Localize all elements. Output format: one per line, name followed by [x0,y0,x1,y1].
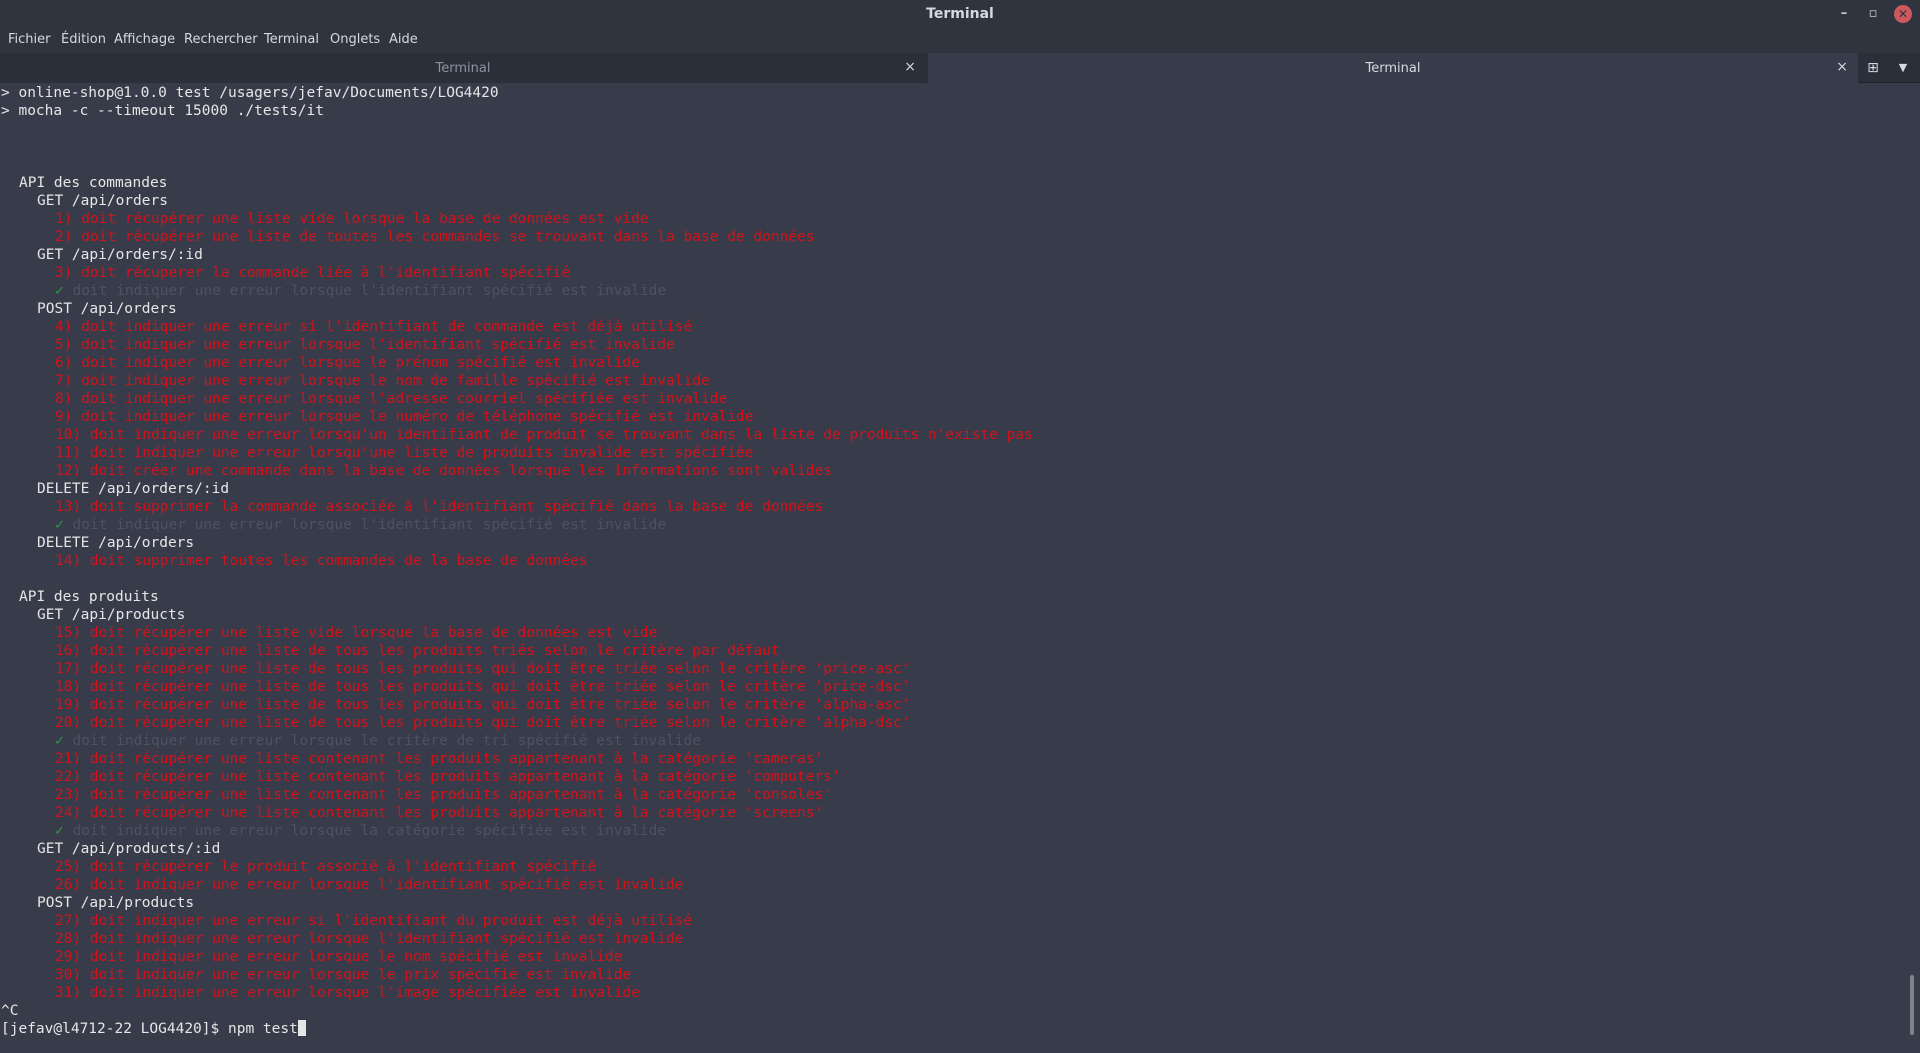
test-group-title: GET /api/products [37,607,186,623]
test-group-title: DELETE /api/orders [37,535,195,551]
menu-aide[interactable]: Aide [389,30,418,49]
title-bar: Terminal – ▫ ✕ [0,0,1920,28]
failed-test: 20) doit récupérer une liste de tous les… [55,715,911,731]
close-icon[interactable]: × [1836,59,1848,75]
failed-test: 16) doit récupérer une liste de tous les… [55,643,780,659]
check-icon: ✓ [55,823,64,839]
test-suite-title: API des commandes [19,175,168,191]
failed-test: 13) doit supprimer la commande associée … [55,499,824,515]
failed-test: 23) doit récupérer une liste contenant l… [55,787,832,803]
failed-test: 27) doit indiquer une erreur si l'identi… [55,913,693,929]
failed-test: 10) doit indiquer une erreur lorsqu'un i… [55,427,1033,443]
tab-bar: Terminal × Terminal × ⊞ ▼ [0,53,1920,83]
failed-test: 28) doit indiquer une erreur lorsque l'i… [55,931,684,947]
terminal-output[interactable]: > online-shop@1.0.0 test /usagers/jefav/… [0,84,1905,1053]
failed-test: 24) doit récupérer une liste contenant l… [55,805,824,821]
terminal-header-line: > mocha -c --timeout 15000 ./tests/it [1,103,325,119]
failed-test: 29) doit indiquer une erreur lorsque le … [55,949,623,965]
failed-test: 14) doit supprimer toutes les commandes … [55,553,588,569]
passed-test-text: doit indiquer une erreur lorsque la caté… [72,823,667,839]
failed-test: 5) doit indiquer une erreur lorsque l'id… [55,337,675,353]
test-group-title: POST /api/products [37,895,195,911]
test-results: API des commandes GET /api/orders 1) doit … [1,120,1905,1020]
menu-rechercher[interactable]: Rechercher [184,30,258,49]
shell-prompt: [jefav@l4712-22 LOG4420]$ [1,1021,228,1037]
failed-test: 6) doit indiquer une erreur lorsque le p… [55,355,640,371]
failed-test: 21) doit récupérer une liste contenant l… [55,751,824,767]
failed-test: 31) doit indiquer une erreur lorsque l'i… [55,985,640,1001]
failed-test: 11) doit indiquer une erreur lorsqu'une … [55,445,754,461]
scrollbar[interactable] [1910,975,1914,1035]
passed-test: ✓ doit indiquer une erreur lorsque l'ide… [1,282,1905,300]
passed-test: ✓ doit indiquer une erreur lorsque l'ide… [1,516,1905,534]
test-group-title: GET /api/orders/:id [37,247,203,263]
tab-label: Terminal [435,61,491,76]
menu-edition[interactable]: Édition [61,30,106,49]
failed-test: 17) doit récupérer une liste de tous les… [55,661,911,677]
failed-test: 15) doit récupérer une liste vide lorsqu… [55,625,658,641]
text-cursor [297,1020,306,1036]
failed-test: 8) doit indiquer une erreur lorsque l'ad… [55,391,728,407]
failed-test: 3) doit récuperer la commande liée à l'i… [55,265,571,281]
menu-fichier[interactable]: Fichier [8,30,51,49]
menu-bar: Fichier Édition Affichage Rechercher Ter… [0,28,1920,53]
passed-test-text: doit indiquer une erreur lorsque l'ident… [72,517,667,533]
test-suite-title: API des produits [19,589,159,605]
menu-affichage[interactable]: Affichage [114,30,175,49]
failed-test: 18) doit récupérer une liste de tous les… [55,679,911,695]
restore-icon[interactable]: ▫ [1864,5,1882,23]
failed-test: 7) doit indiquer une erreur lorsque le n… [55,373,710,389]
terminal-line: ^C [1,1003,19,1019]
failed-test: 4) doit indiquer une erreur si l'identif… [55,319,693,335]
tab-menu-icon[interactable]: ▼ [1891,56,1915,80]
failed-test: 12) doit créer une commande dans la base… [55,463,832,479]
menu-terminal[interactable]: Terminal [264,30,319,49]
test-group-title: POST /api/orders [37,301,177,317]
passed-test-text: doit indiquer une erreur lorsque l'ident… [72,283,667,299]
failed-test: 9) doit indiquer une erreur lorsque le n… [55,409,754,425]
window-close-icon[interactable]: ✕ [1894,5,1912,23]
check-icon: ✓ [55,283,64,299]
test-group-title: GET /api/products/:id [37,841,221,857]
failed-test: 30) doit indiquer une erreur lorsque le … [55,967,632,983]
minimize-icon[interactable]: – [1835,5,1853,23]
menu-onglets[interactable]: Onglets [330,30,380,49]
passed-test: ✓ doit indiquer une erreur lorsque la ca… [1,822,1905,840]
terminal-header-line: > online-shop@1.0.0 test /usagers/jefav/… [1,85,499,101]
failed-test: 26) doit indiquer une erreur lorsque l'i… [55,877,684,893]
failed-test: 19) doit récupérer une liste de tous les… [55,697,911,713]
failed-test: 22) doit récupérer une liste contenant l… [55,769,841,785]
command-text: npm test [227,1021,298,1037]
tab-terminal-2[interactable]: Terminal × [928,53,1858,83]
failed-test: 1) doit récupérer une liste vide lorsque… [55,211,649,227]
passed-test: ✓ doit indiquer une erreur lorsque le cr… [1,732,1905,750]
tab-label: Terminal [1365,61,1421,76]
close-icon[interactable]: × [904,59,916,75]
failed-test: 25) doit récupérer le produit associé à … [55,859,597,875]
test-group-title: DELETE /api/orders/:id [37,481,230,497]
check-icon: ✓ [55,733,64,749]
check-icon: ✓ [55,517,64,533]
window-title: Terminal [926,6,994,22]
passed-test-text: doit indiquer une erreur lorsque le crit… [72,733,702,749]
new-tab-icon[interactable]: ⊞ [1861,56,1885,80]
failed-test: 2) doit récupérer une liste de toutes le… [55,229,815,245]
test-group-title: GET /api/orders [37,193,168,209]
prompt-line[interactable]: [jefav@l4712-22 LOG4420]$ npm test [1,1020,1905,1038]
tab-terminal-1[interactable]: Terminal × [0,53,926,83]
